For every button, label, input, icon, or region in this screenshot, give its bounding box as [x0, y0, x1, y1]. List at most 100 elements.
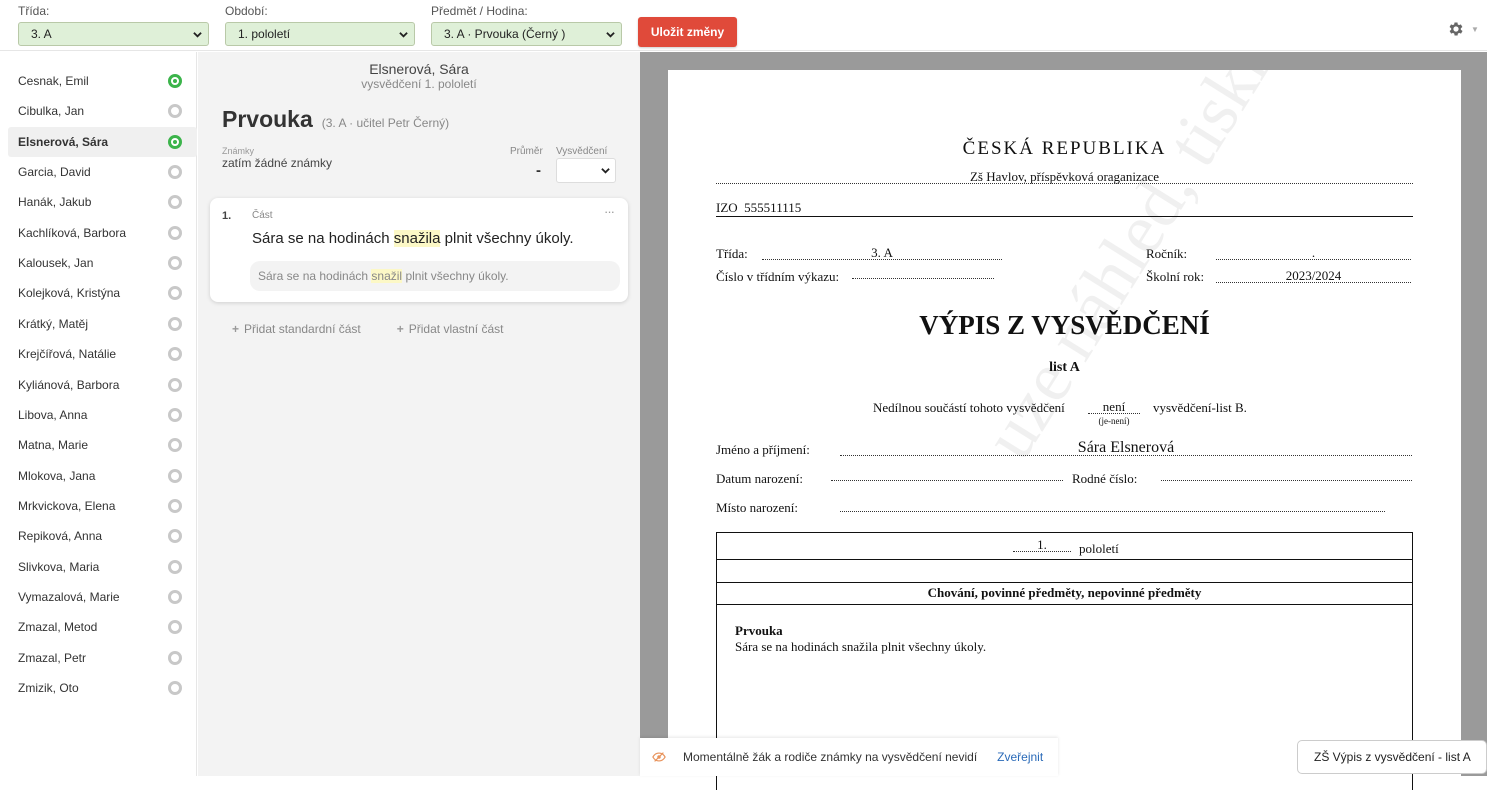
student-list-item[interactable]: Mrkvickova, Elena: [8, 491, 197, 521]
status-empty-icon: [168, 650, 182, 665]
doc-izo-row: IZO 555511115: [716, 200, 1413, 217]
doc-integral-value: není: [1088, 400, 1140, 414]
student-list-item[interactable]: Hanák, Jakub: [8, 187, 197, 217]
suggestion-box[interactable]: Sára se na hodinách snažil plnit všechny…: [250, 261, 620, 291]
report-template-value: ZŠ Výpis z vysvědčení - list A: [1314, 750, 1471, 764]
status-empty-icon: [168, 681, 182, 695]
chevron-down-icon: [399, 31, 408, 38]
class-label: Třída:: [18, 4, 50, 18]
editor-header: Elsnerová, Sára vysvědčení 1. pololetí: [198, 61, 640, 91]
student-list-item[interactable]: Elsnerová, Sára: [8, 126, 197, 157]
student-name-label: Kalousek, Jan: [18, 256, 94, 271]
doc-name-label: Jméno a příjmení:: [716, 442, 810, 457]
save-button[interactable]: Uložit změny: [638, 17, 737, 47]
average-value: -: [536, 162, 541, 179]
student-name-label: Krátký, Matěj: [18, 316, 89, 331]
add-custom-part-link[interactable]: + Přidat vlastní část: [397, 322, 522, 336]
more-options-icon[interactable]: ···: [604, 204, 615, 219]
doc-term-row: 1. pololetí: [717, 533, 1412, 560]
doc-birth-value: [831, 471, 1063, 481]
report-part-card: 1. Část ··· Sára se na hodinách snažila …: [210, 198, 628, 302]
report-template-select[interactable]: ZŠ Výpis z vysvědčení - list A: [1297, 740, 1487, 774]
eye-off-icon: [652, 752, 666, 762]
status-empty-icon: [168, 286, 182, 301]
part-text[interactable]: Sára se na hodinách snažila plnit všechn…: [252, 230, 574, 247]
student-list-item[interactable]: Zmazal, Metod: [8, 612, 197, 642]
doc-term-label: pololetí: [1079, 541, 1119, 556]
part-text-highlight: snažila: [393, 230, 441, 247]
status-dot: [173, 79, 177, 83]
subject-select[interactable]: 3. A · Prvouka (Černý ): [431, 22, 622, 46]
student-list-item[interactable]: Slivkova, Maria: [8, 552, 197, 582]
student-list-item[interactable]: Kachlíková, Barbora: [8, 218, 197, 248]
student-name-label: Kolejková, Kristýna: [18, 286, 121, 301]
period-select[interactable]: 1. pololetí: [225, 22, 415, 46]
add-custom-label: Přidat vlastní část: [408, 322, 504, 336]
student-list-item[interactable]: Krátký, Matěj: [8, 309, 197, 339]
report-document: uze náhled, tisknout ČESKÁ REPUBLIKA Zš …: [668, 70, 1461, 790]
doc-year-value: .: [1216, 246, 1411, 260]
student-list-item[interactable]: Kalousek, Jan: [8, 248, 197, 278]
student-list-item[interactable]: Zmizik, Oto: [8, 673, 197, 703]
part-label: Část: [252, 210, 273, 221]
student-list-item[interactable]: Repiková, Anna: [8, 521, 197, 551]
student-name-label: Zmizik, Oto: [18, 681, 79, 695]
student-list-item[interactable]: Zmazal, Petr: [8, 643, 197, 673]
gear-icon: [1449, 22, 1463, 36]
student-name-label: Cesnak, Emil: [18, 74, 89, 88]
doc-izo-value: 555511115: [744, 200, 802, 215]
class-field: Třída: 3. A: [18, 4, 209, 46]
status-empty-icon: [168, 620, 182, 635]
status-dot: [173, 139, 177, 144]
student-list: Cesnak, Emil Cibulka, Jan Elsnerová, Sára G…: [0, 52, 197, 776]
student-list-item[interactable]: Cibulka, Jan: [8, 96, 197, 126]
publish-link[interactable]: Zveřejnit: [997, 750, 1043, 764]
grades-label: Známky: [222, 146, 255, 156]
period-field: Období: 1. pololetí: [225, 4, 415, 46]
student-name-label: Kachlíková, Barbora: [18, 225, 127, 240]
doc-register-label: Číslo v třídním výkazu:: [716, 269, 840, 284]
settings-menu[interactable]: ▼: [1447, 19, 1483, 39]
student-name-label: Zmazal, Petr: [18, 650, 87, 665]
student-list-item[interactable]: Garcia, David: [8, 157, 197, 187]
doc-register-value: [852, 269, 994, 279]
status-empty-icon: [168, 195, 182, 210]
student-list-item[interactable]: Mlokova, Jana: [8, 461, 197, 491]
student-list-item[interactable]: Matna, Marie: [8, 430, 197, 460]
student-name-label: Slivkova, Maria: [18, 559, 100, 574]
doc-school-year-value: 2023/2024: [1216, 269, 1411, 283]
doc-year-label: Ročník:: [1146, 246, 1188, 261]
report-preview: uze náhled, tisknout ČESKÁ REPUBLIKA Zš …: [640, 52, 1487, 790]
status-empty-icon: [168, 316, 182, 331]
doc-class-value: 3. A: [762, 246, 1002, 260]
class-select[interactable]: 3. A: [18, 22, 209, 46]
class-value: 3. A: [31, 27, 52, 41]
status-done-icon: [168, 134, 182, 149]
student-list-item[interactable]: Libova, Anna: [8, 400, 197, 430]
subject-value: 3. A · Prvouka (Černý ): [444, 27, 566, 41]
student-list-item[interactable]: Krejčířová, Natálie: [8, 339, 197, 369]
doc-integral-hint: (je-není): [1098, 416, 1130, 426]
report-period: vysvědčení 1. pololetí: [361, 77, 477, 91]
doc-school-year-label: Školní rok:: [1146, 269, 1205, 284]
suggestion-end: plnit všechny úkoly.: [402, 269, 509, 283]
suggestion-start: Sára se na hodinách: [258, 269, 372, 283]
doc-sheet: list A: [1049, 360, 1080, 375]
report-grade-label: Vysvědčení: [556, 146, 608, 157]
student-name-label: Kyliánová, Barbora: [18, 377, 120, 392]
report-grade-select[interactable]: [556, 158, 616, 183]
student-name-label: Cibulka, Jan: [18, 104, 85, 119]
plus-icon: +: [232, 322, 240, 336]
student-list-item[interactable]: Cesnak, Emil: [8, 66, 197, 96]
student-list-item[interactable]: Kolejková, Kristýna: [8, 278, 197, 308]
plus-icon: +: [396, 322, 404, 336]
student-name-label: Krejčířová, Natálie: [18, 347, 117, 362]
student-list-item[interactable]: Kyliánová, Barbora: [8, 370, 197, 400]
add-standard-part-link[interactable]: + Přidat standardní část: [232, 322, 379, 336]
status-empty-icon: [168, 498, 182, 513]
student-name-label: Hanák, Jakub: [18, 195, 92, 210]
suggestion-highlight: snažil: [371, 269, 403, 283]
status-empty-icon: [168, 225, 182, 240]
student-list-item[interactable]: Vymazalová, Marie: [8, 582, 197, 612]
doc-name-value: Sára Elsnerová: [840, 440, 1412, 456]
